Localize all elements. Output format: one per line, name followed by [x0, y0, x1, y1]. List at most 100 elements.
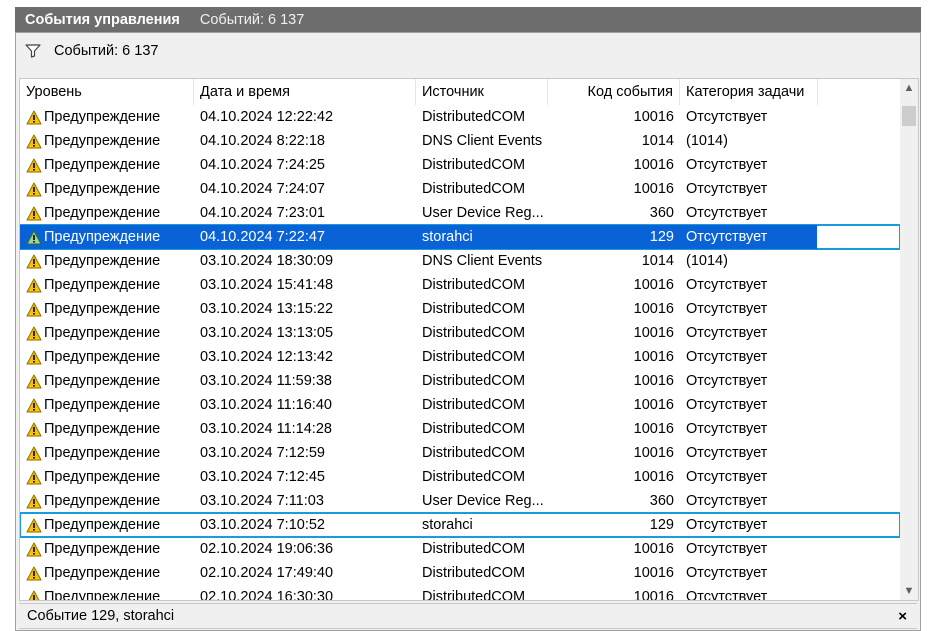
table-row[interactable]: Предупреждение 03.10.2024 11:16:40 Distrib…: [20, 393, 900, 417]
table-row[interactable]: Предупреждение 03.10.2024 15:41:48 Distrib…: [20, 273, 900, 297]
column-header-datetime[interactable]: Дата и время: [194, 79, 416, 105]
scroll-down-arrow-icon[interactable]: ▼: [900, 582, 918, 600]
table-row[interactable]: Предупреждение 03.10.2024 11:14:28 Distrib…: [20, 417, 900, 441]
level-text: Предупреждение: [44, 517, 161, 533]
cell-level: Предупреждение: [20, 421, 194, 437]
cell-datetime: 03.10.2024 13:13:05: [200, 325, 334, 341]
table-row[interactable]: Предупреждение 03.10.2024 7:11:03 User Dev…: [20, 489, 900, 513]
cell-task-category: (1014): [686, 253, 728, 269]
warning-icon: [26, 134, 44, 149]
table-row[interactable]: Предупреждение 02.10.2024 17:49:40 Distrib…: [20, 561, 900, 585]
table-row[interactable]: Предупреждение 03.10.2024 12:13:42 Distrib…: [20, 345, 900, 369]
cell-event-code: 10016: [633, 325, 674, 341]
vertical-scrollbar[interactable]: ▲ ▼: [900, 79, 918, 600]
selected-event-summary: Событие 129, storahci: [27, 608, 175, 624]
scrollbar-thumb[interactable]: [902, 106, 916, 126]
level-text: Предупреждение: [44, 325, 161, 341]
cell-level: Предупреждение: [20, 493, 194, 509]
cell-source: DNS Client Events: [422, 253, 543, 269]
table-row[interactable]: Предупреждение 04.10.2024 7:24:25 Distribu…: [20, 153, 900, 177]
table-row[interactable]: Предупреждение 03.10.2024 7:12:59 Distribu…: [20, 441, 900, 465]
cell-level: Предупреждение: [20, 205, 194, 221]
filter-icon[interactable]: [24, 42, 42, 60]
cell-source: User Device Reg...: [422, 205, 544, 221]
table-row[interactable]: Предупреждение 03.10.2024 7:10:52 storahci…: [20, 512, 901, 538]
close-icon[interactable]: ×: [898, 608, 907, 625]
column-header-source[interactable]: Источник: [416, 79, 548, 105]
cell-task-category: Отсутствует: [686, 373, 768, 389]
cell-task-category: Отсутствует: [686, 349, 768, 365]
table-row[interactable]: Предупреждение 03.10.2024 7:12:45 Distribu…: [20, 465, 900, 489]
table-row[interactable]: Предупреждение 04.10.2024 7:23:01 User Dev…: [20, 201, 900, 225]
cell-datetime: 04.10.2024 7:23:01: [200, 205, 325, 221]
table-body: Предупреждение 04.10.2024 12:22:42 Distrib…: [20, 105, 901, 601]
level-text: Предупреждение: [44, 565, 161, 581]
level-text: Предупреждение: [44, 133, 161, 149]
level-text: Предупреждение: [44, 469, 161, 485]
cell-task-category: Отсутствует: [686, 517, 768, 533]
cell-datetime: 03.10.2024 7:11:03: [200, 493, 324, 509]
warning-icon: [26, 302, 44, 317]
cell-task-category: Отсутствует: [686, 157, 768, 173]
cell-event-code: 129: [649, 517, 674, 533]
warning-icon: [26, 254, 44, 269]
cell-task-category: Отсутствует: [686, 397, 768, 413]
level-text: Предупреждение: [44, 181, 161, 197]
warning-icon: [26, 374, 44, 389]
table-row[interactable]: Предупреждение 03.10.2024 11:59:38 Distrib…: [20, 369, 900, 393]
level-text: Предупреждение: [44, 301, 161, 317]
cell-source: DistributedCOM: [422, 589, 526, 601]
warning-icon: [26, 398, 44, 413]
cell-level: Предупреждение: [20, 301, 194, 317]
level-text: Предупреждение: [44, 109, 161, 125]
cell-task-category: Отсутствует: [686, 109, 768, 125]
cell-datetime: 03.10.2024 7:12:45: [200, 469, 325, 485]
warning-icon: [26, 446, 44, 461]
cell-event-code: 1014: [641, 133, 674, 149]
column-header-level[interactable]: Уровень: [20, 79, 194, 105]
cell-level: Предупреждение: [20, 277, 194, 293]
level-text: Предупреждение: [44, 349, 161, 365]
level-text: Предупреждение: [44, 157, 161, 173]
cell-source: DistributedCOM: [422, 397, 526, 413]
cell-event-code: 10016: [633, 445, 674, 461]
cell-event-code: 1014: [641, 253, 674, 269]
table-row[interactable]: Предупреждение 03.10.2024 18:30:09 DNS Cli…: [20, 249, 900, 273]
cell-task-category: Отсутствует: [686, 493, 768, 509]
column-header-task-category[interactable]: Категория задачи: [680, 79, 818, 105]
events-table[interactable]: Уровень Дата и время Источник Код событи…: [19, 78, 919, 601]
cell-level: Предупреждение: [20, 517, 194, 533]
table-row[interactable]: Предупреждение 04.10.2024 8:22:18 DNS Clie…: [20, 129, 900, 153]
cell-datetime: 03.10.2024 15:41:48: [200, 277, 334, 293]
scroll-up-arrow-icon[interactable]: ▲: [900, 79, 918, 97]
level-text: Предупреждение: [44, 421, 161, 437]
events-frame: Событий: 6 137 Уровень Дата и время Исто…: [15, 32, 921, 631]
cell-datetime: 02.10.2024 16:30:30: [200, 589, 334, 601]
cell-task-category: Отсутствует: [686, 205, 768, 221]
cell-source: storahci: [422, 229, 473, 245]
cell-datetime: 03.10.2024 18:30:09: [200, 253, 334, 269]
cell-level: Предупреждение: [20, 469, 194, 485]
column-header-event-code[interactable]: Код события: [548, 79, 680, 105]
cell-source: DistributedCOM: [422, 301, 526, 317]
table-row[interactable]: Предупреждение 04.10.2024 7:24:07 Distribu…: [20, 177, 900, 201]
cell-task-category: Отсутствует: [686, 469, 768, 485]
cell-datetime: 04.10.2024 7:22:47: [200, 229, 325, 245]
table-row[interactable]: Предупреждение 04.10.2024 7:22:47 storahci…: [20, 224, 901, 250]
cell-level: Предупреждение: [20, 541, 194, 557]
warning-icon: [26, 566, 44, 581]
cell-task-category: Отсутствует: [686, 589, 768, 601]
table-row[interactable]: Предупреждение 03.10.2024 13:13:05 Distrib…: [20, 321, 900, 345]
panel-event-count: Событий: 6 137: [199, 11, 305, 28]
cell-event-code: 10016: [633, 277, 674, 293]
cell-task-category: Отсутствует: [686, 229, 768, 245]
level-text: Предупреждение: [44, 373, 161, 389]
table-row[interactable]: Предупреждение 02.10.2024 16:30:30 Distrib…: [20, 585, 900, 601]
table-row[interactable]: Предупреждение 04.10.2024 12:22:42 Distrib…: [20, 105, 900, 129]
table-row[interactable]: Предупреждение 03.10.2024 13:15:22 Distrib…: [20, 297, 900, 321]
cell-level: Предупреждение: [20, 253, 194, 269]
table-row[interactable]: Предупреждение 02.10.2024 19:06:36 Distrib…: [20, 537, 900, 561]
cell-datetime: 03.10.2024 11:16:40: [200, 397, 332, 413]
cell-datetime: 04.10.2024 12:22:42: [200, 109, 334, 125]
warning-icon: [26, 422, 44, 437]
